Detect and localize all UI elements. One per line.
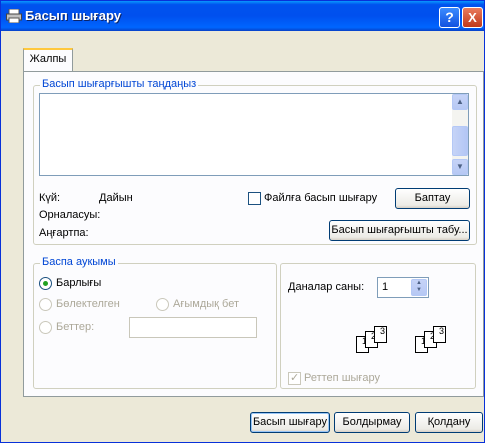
printer-list[interactable]: ▲ ▼ [39, 93, 469, 176]
print-dialog: Басып шығару ? X Жалпы Басып шығарғышты … [0, 0, 485, 443]
preferences-button[interactable]: Баптау [395, 188, 470, 209]
collate-label[interactable]: Реттеп шығару [304, 372, 380, 384]
printer-list-scrollbar[interactable]: ▲ ▼ [452, 94, 468, 175]
range-all-radio[interactable] [39, 277, 52, 290]
range-pages-label[interactable]: Беттер: [56, 321, 94, 333]
scroll-thumb[interactable] [452, 126, 468, 156]
range-selection-radio[interactable] [39, 298, 52, 311]
collate-checkbox[interactable]: ✓ [288, 372, 301, 385]
collate-illustration-2: 1 2 3 [415, 326, 457, 356]
range-current-page-label[interactable]: Ағымдық бет [173, 298, 239, 310]
range-selection-label[interactable]: Бөлектелген [56, 298, 120, 310]
cancel-button[interactable]: Болдырмау [334, 412, 410, 433]
checkmark-icon: ✓ [290, 372, 300, 384]
copies-spin-icon[interactable]: ▲ ▼ [411, 279, 427, 296]
find-printer-button[interactable]: Басып шығарғышты табу... [329, 220, 470, 241]
scroll-down-arrow-icon[interactable]: ▼ [452, 159, 468, 175]
pages-input[interactable] [129, 317, 257, 338]
apply-button[interactable]: Қолдану [415, 412, 483, 433]
comment-label: Аңғартпа: [39, 227, 89, 239]
collate-illustration-1: 1 2 3 [356, 326, 398, 356]
printer-select-legend: Басып шығарғышты таңдаңыз [40, 78, 199, 90]
printer-icon [6, 9, 22, 23]
tab-general[interactable]: Жалпы [23, 48, 73, 72]
collate-page-icon: 3 [433, 326, 446, 343]
window-title: Басып шығару [25, 8, 121, 23]
copies-value: 1 [382, 281, 389, 293]
range-all-label[interactable]: Барлығы [56, 277, 101, 289]
range-current-page-radio[interactable] [156, 298, 169, 311]
help-button[interactable]: ? [439, 7, 460, 28]
scroll-up-arrow-icon[interactable]: ▲ [452, 94, 468, 110]
copies-label: Даналар саны: [288, 281, 365, 293]
print-to-file-checkbox[interactable] [248, 192, 261, 205]
location-label: Орналасуы: [39, 209, 101, 221]
radio-selected-dot [43, 281, 48, 286]
status-value: Дайын [99, 192, 133, 204]
page-range-legend: Баспа аукымы [40, 256, 118, 268]
copies-stepper[interactable]: 1 ▲ ▼ [377, 277, 429, 298]
status-label: Күй: [39, 192, 61, 204]
range-pages-radio[interactable] [39, 321, 52, 334]
print-to-file-label[interactable]: Файлға басып шығару [264, 192, 377, 204]
title-bar[interactable]: Басып шығару ? X [1, 1, 484, 31]
print-button[interactable]: Басып шығару [250, 412, 330, 433]
close-button[interactable]: X [462, 7, 483, 28]
collate-page-icon: 3 [374, 326, 387, 343]
